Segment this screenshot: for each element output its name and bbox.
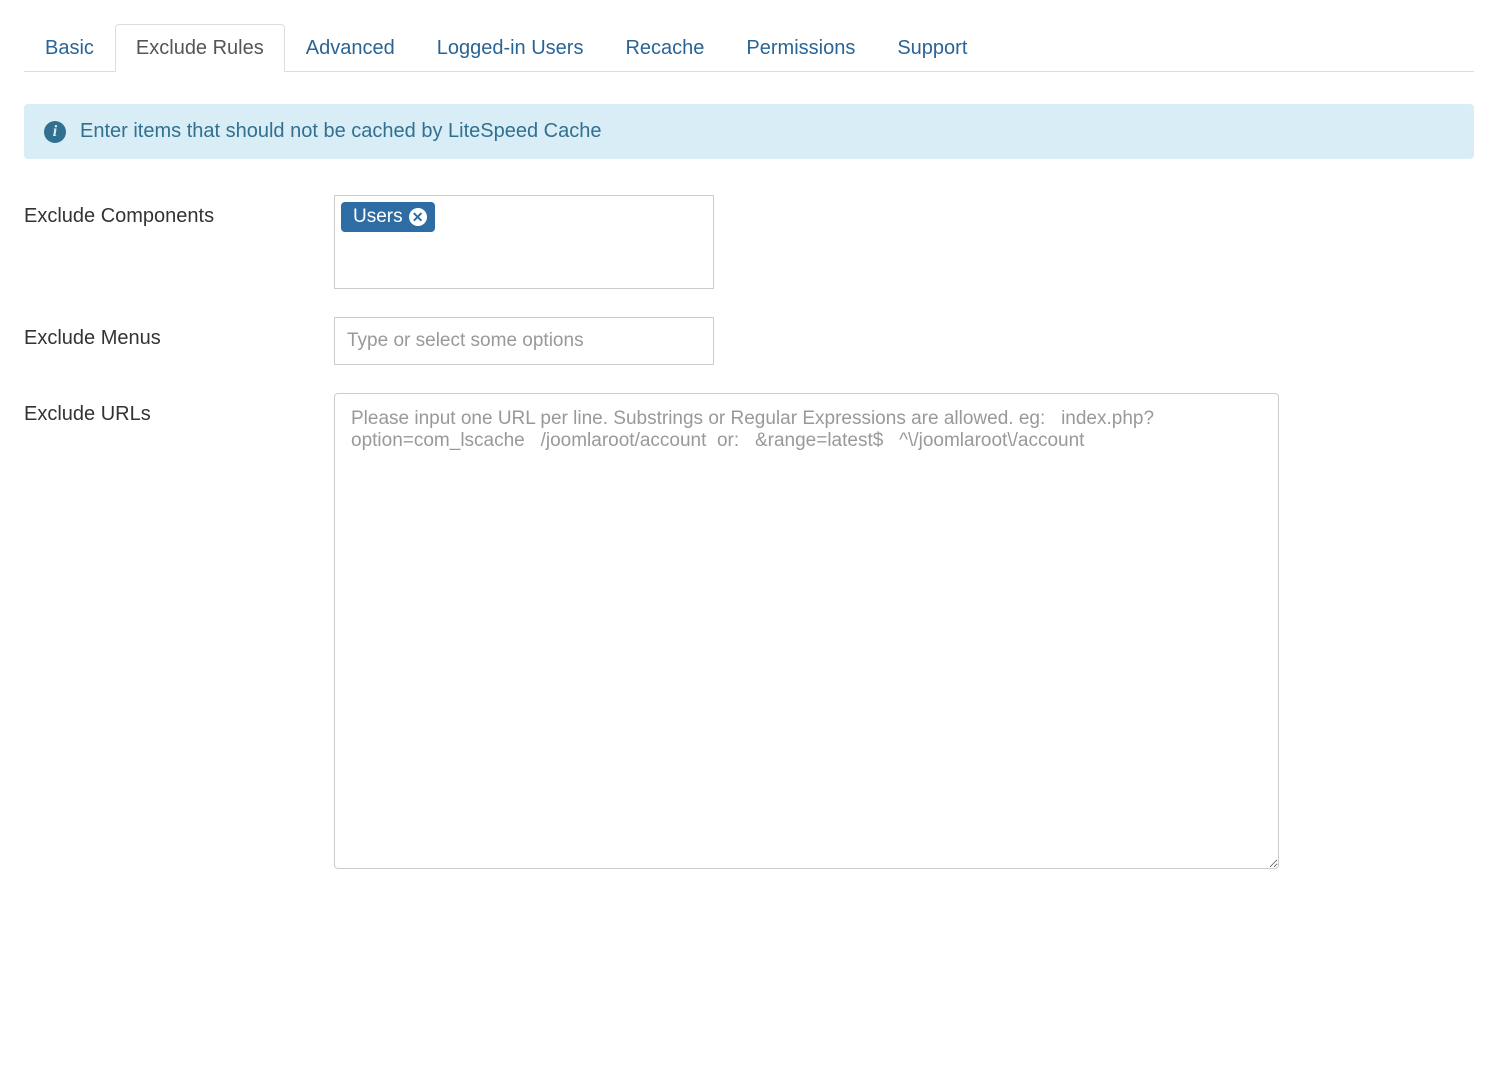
tab-basic[interactable]: Basic <box>24 24 115 72</box>
label-exclude-urls: Exclude URLs <box>24 393 334 426</box>
tabs-bar: Basic Exclude Rules Advanced Logged-in U… <box>24 24 1474 72</box>
tag-label: Users <box>353 206 403 228</box>
close-icon[interactable]: ✕ <box>409 208 427 226</box>
label-exclude-components: Exclude Components <box>24 195 334 228</box>
exclude-menus-placeholder: Type or select some options <box>347 330 584 352</box>
row-exclude-components: Exclude Components Users ✕ <box>24 195 1474 289</box>
exclude-components-input[interactable]: Users ✕ <box>334 195 714 289</box>
exclude-menus-input[interactable]: Type or select some options <box>334 317 714 365</box>
tab-support[interactable]: Support <box>876 24 988 72</box>
label-exclude-menus: Exclude Menus <box>24 317 334 350</box>
info-alert-text: Enter items that should not be cached by… <box>80 120 601 143</box>
tab-logged-in-users[interactable]: Logged-in Users <box>416 24 605 72</box>
exclude-urls-textarea[interactable] <box>334 393 1279 869</box>
tab-recache[interactable]: Recache <box>604 24 725 72</box>
row-exclude-menus: Exclude Menus Type or select some option… <box>24 317 1474 365</box>
tag-item: Users ✕ <box>341 202 435 232</box>
tab-permissions[interactable]: Permissions <box>725 24 876 72</box>
tab-exclude-rules[interactable]: Exclude Rules <box>115 24 285 72</box>
info-icon: i <box>44 121 66 143</box>
tab-advanced[interactable]: Advanced <box>285 24 416 72</box>
info-alert: i Enter items that should not be cached … <box>24 104 1474 159</box>
row-exclude-urls: Exclude URLs <box>24 393 1474 875</box>
